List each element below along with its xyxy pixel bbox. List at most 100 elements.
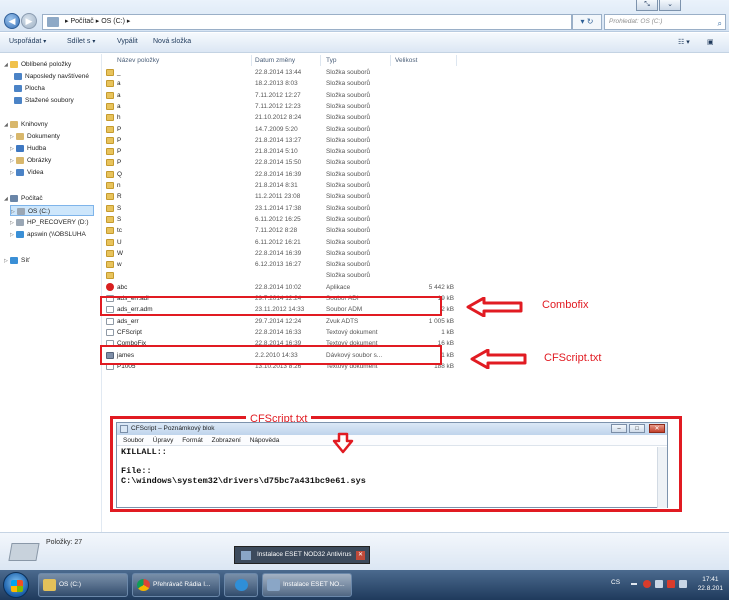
file-row[interactable]: _ 22.8.2014 13:44 Složka souborů xyxy=(104,67,456,78)
file-name: abc xyxy=(117,283,128,291)
share-button[interactable]: Sdílet s ▾ xyxy=(67,38,95,45)
network-icon[interactable] xyxy=(655,580,663,588)
start-button[interactable] xyxy=(3,572,29,598)
sidebar-item-documents[interactable]: ▷ Dokumenty xyxy=(10,131,60,142)
minimize-icon[interactable]: ⤡ xyxy=(636,0,658,11)
file-row[interactable]: a 7.11.2012 12:23 Složka souborů xyxy=(104,101,456,112)
burn-button[interactable]: Vypálit xyxy=(117,38,138,45)
sidebar-item-network[interactable]: ▷ Síť xyxy=(4,255,30,266)
file-row[interactable]: P 21.8.2014 5:10 Složka souborů xyxy=(104,146,456,157)
preview-pane-icon[interactable]: ▣ xyxy=(707,38,714,46)
menu-help[interactable]: Nápověda xyxy=(250,437,280,444)
menu-view[interactable]: Zobrazení xyxy=(212,437,241,444)
file-size: 1 kB xyxy=(441,328,454,336)
sidebar-item-videos[interactable]: ▷ Videa xyxy=(10,167,44,178)
search-input[interactable]: Prohledat: OS (C:) ⌕ xyxy=(604,14,726,30)
sidebar-item-computer[interactable]: ◢ Počítač xyxy=(4,193,43,204)
taskbar-preview-popup[interactable]: Instalace ESET NOD32 Antivirus ✕ xyxy=(234,546,370,564)
column-separator[interactable] xyxy=(390,55,391,66)
new-folder-button[interactable]: Nová složka xyxy=(153,38,191,45)
sidebar-item-music[interactable]: ▷ Hudba xyxy=(10,143,46,154)
notepad-scrollbar[interactable] xyxy=(657,447,667,508)
address-field[interactable]: ▸ Počítač ▸ OS (C:) ▸ xyxy=(42,14,572,30)
file-row[interactable]: w 6.12.2013 16:27 Složka souborů xyxy=(104,259,456,270)
file-row[interactable]: a 7.11.2012 12:27 Složka souborů xyxy=(104,90,456,101)
file-row[interactable]: P 22.8.2014 15:50 Složka souborů xyxy=(104,157,456,168)
file-row[interactable]: tc 7.11.2012 8:28 Složka souborů xyxy=(104,225,456,236)
eset-icon[interactable] xyxy=(643,580,651,588)
file-name: P xyxy=(117,136,122,144)
folder-icon xyxy=(106,215,114,223)
file-row[interactable]: n 21.8.2014 8:31 Složka souborů xyxy=(104,180,456,191)
sidebar-item-recent[interactable]: Naposledy navštívené xyxy=(14,71,89,82)
file-row[interactable]: P 21.8.2014 13:27 Složka souborů xyxy=(104,135,456,146)
notepad-title-bar[interactable]: CFScript – Poznámkový blok – □ ✕ xyxy=(117,423,667,435)
file-row[interactable]: h 21.10.2012 8:24 Složka souborů xyxy=(104,112,456,123)
file-type: Textový dokument xyxy=(326,328,378,336)
taskbar-item-explorer[interactable]: OS (C:) xyxy=(38,573,128,597)
address-bar: ◀ ▶ ▸ Počítač ▸ OS (C:) ▸ ▾ ↻ Prohledat:… xyxy=(0,0,729,32)
chevron-up-icon[interactable] xyxy=(631,583,637,585)
menu-format[interactable]: Formát xyxy=(182,437,203,444)
file-name: n xyxy=(117,182,121,189)
file-row[interactable]: ads_err 29.7.2014 12:24 Zvuk ADTS 1 005 kB xyxy=(104,316,456,327)
sidebar-item-libraries[interactable]: ◢ Knihovny xyxy=(4,119,48,130)
sidebar-item-network-drive[interactable]: ▷ apswin (\\OBSLUHA xyxy=(10,229,86,240)
file-date: 21.8.2014 13:27 xyxy=(255,136,302,144)
organize-button[interactable]: Uspořádat ▾ xyxy=(9,38,46,45)
sidebar-item-favorites[interactable]: ◢ Oblíbené položky xyxy=(4,59,71,70)
file-row[interactable]: abc 22.8.2014 10:02 Aplikace 5 442 kB xyxy=(104,282,456,293)
file-name: w xyxy=(117,261,122,269)
column-header-name[interactable]: Název položky xyxy=(117,55,159,66)
file-row[interactable]: a 18.2.2013 8:03 Složka souborů xyxy=(104,78,456,89)
file-row[interactable]: S 23.1.2014 17:38 Složka souborů xyxy=(104,203,456,214)
close-button[interactable]: ✕ xyxy=(649,424,665,433)
left-arrow-icon xyxy=(466,297,523,317)
notepad-title: CFScript – Poznámkový blok xyxy=(131,425,215,432)
column-separator[interactable] xyxy=(251,55,252,66)
column-separator[interactable] xyxy=(456,55,457,66)
sidebar-item-pictures[interactable]: ▷ Obrázky xyxy=(10,155,51,166)
language-indicator[interactable]: CS xyxy=(611,579,620,586)
menu-file[interactable]: Soubor xyxy=(123,437,144,444)
notepad-text-area[interactable]: KILLALL:: File:: C:\windows\system32\dri… xyxy=(117,446,667,488)
file-name: tc xyxy=(117,227,122,235)
sidebar-item-desktop[interactable]: Plocha xyxy=(14,83,45,94)
file-row[interactable]: R 11.2.2011 23:08 Složka souborů xyxy=(104,191,456,202)
sidebar-item-downloads[interactable]: Stažené soubory xyxy=(14,95,74,106)
taskbar-item-chrome[interactable]: Přehrávač Rádia I... xyxy=(132,573,220,597)
documents-icon xyxy=(16,132,24,140)
column-separator[interactable] xyxy=(320,55,321,66)
back-button[interactable]: ◀ xyxy=(4,13,20,29)
action-center-icon[interactable] xyxy=(667,580,675,588)
file-date: 18.2.2013 8:03 xyxy=(255,80,298,88)
column-header-date[interactable]: Datum změny xyxy=(255,55,295,66)
refresh-button[interactable]: ▾ ↻ xyxy=(572,14,602,30)
taskbar-item-eset[interactable]: Instalace ESET NO... xyxy=(262,573,352,597)
file-name: ads_err xyxy=(117,317,139,325)
file-row[interactable]: Q 22.8.2014 16:39 Složka souborů xyxy=(104,169,456,180)
taskbar-item-ie[interactable] xyxy=(224,573,258,597)
menu-edit[interactable]: Úpravy xyxy=(153,437,174,444)
sidebar-item-drive-d[interactable]: ▷ HP_RECOVERY (D:) xyxy=(10,217,89,228)
file-row[interactable]: S 6.11.2012 16:25 Složka souborů xyxy=(104,214,456,225)
file-date: 22.8.2014 15:50 xyxy=(255,159,302,167)
clock[interactable]: 17:41 22.8.201 xyxy=(698,575,723,593)
maximize-button[interactable]: □ xyxy=(629,424,645,433)
file-row[interactable]: Složka souborů xyxy=(104,270,456,281)
sidebar-item-drive-c[interactable]: ▷ OS (C:) xyxy=(10,205,94,216)
file-row[interactable]: P 14.7.2009 5:20 Složka souborů xyxy=(104,124,456,135)
forward-button[interactable]: ▶ xyxy=(21,13,37,29)
drive-icon xyxy=(17,207,25,215)
close-icon[interactable]: ✕ xyxy=(356,551,365,560)
column-header-type[interactable]: Typ xyxy=(326,55,336,66)
minimize-button[interactable]: – xyxy=(611,424,627,433)
view-options-icon[interactable]: ☷ ▾ xyxy=(678,38,690,46)
chevron-down-icon[interactable]: ⌄ xyxy=(659,0,681,11)
file-type: Aplikace xyxy=(326,283,351,291)
file-row[interactable]: CFScript 22.8.2014 16:33 Textový dokument 1… xyxy=(104,327,456,338)
file-row[interactable]: W 22.8.2014 16:39 Složka souborů xyxy=(104,248,456,259)
file-row[interactable]: U 6.11.2012 16:21 Složka souborů xyxy=(104,237,456,248)
column-header-size[interactable]: Velikost xyxy=(395,55,417,66)
volume-icon[interactable] xyxy=(679,580,687,588)
